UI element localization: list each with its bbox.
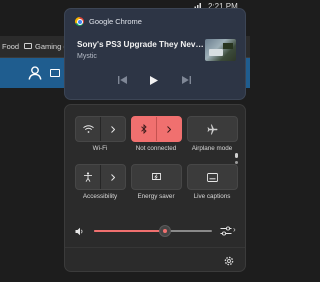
volume-row: › xyxy=(73,223,239,239)
mail-icon[interactable] xyxy=(50,69,60,77)
live-captions-label: Live captions xyxy=(193,193,231,200)
page-dot-current xyxy=(235,153,238,158)
airplane-mode-toggle[interactable] xyxy=(188,117,237,141)
accessibility-label: Accessibility xyxy=(82,193,118,200)
quick-settings-panel: Wi-Fi Not connected Airplane mode Access… xyxy=(64,104,246,272)
next-track-button[interactable] xyxy=(179,73,193,87)
media-channel: Mystic xyxy=(77,53,97,60)
folder-icon xyxy=(24,43,32,49)
media-thumbnail xyxy=(205,39,236,61)
page-indicator[interactable] xyxy=(235,153,238,167)
accessibility-tile[interactable] xyxy=(75,164,126,190)
bluetooth-expand-button[interactable] xyxy=(156,117,181,141)
play-button[interactable] xyxy=(147,73,161,87)
media-flyout: Google Chrome Sony's PS3 Upgrade They Ne… xyxy=(64,8,246,100)
bluetooth-tile[interactable] xyxy=(131,116,182,142)
media-source: Google Chrome xyxy=(75,17,142,26)
volume-slider-thumb[interactable] xyxy=(158,225,171,237)
live-captions-tile[interactable] xyxy=(187,164,238,190)
energy-saver-tile[interactable] xyxy=(131,164,182,190)
volume-slider[interactable] xyxy=(94,225,212,237)
airplane-mode-label: Airplane mode xyxy=(191,145,233,152)
energy-saver-label: Energy saver xyxy=(137,193,175,200)
bluetooth-toggle[interactable] xyxy=(132,117,156,141)
audio-output-icon[interactable] xyxy=(220,226,232,236)
previous-track-button[interactable] xyxy=(115,73,129,87)
chrome-icon xyxy=(75,17,84,26)
volume-slider-fill xyxy=(94,230,165,232)
live-captions-toggle[interactable] xyxy=(188,165,237,189)
accessibility-expand-button[interactable] xyxy=(100,165,125,189)
media-title: Sony's PS3 Upgrade They Never Tol... xyxy=(77,40,205,49)
settings-gear-icon[interactable] xyxy=(223,255,235,267)
accessibility-toggle[interactable] xyxy=(76,165,100,189)
page-dot xyxy=(235,161,238,164)
media-source-name: Google Chrome xyxy=(89,17,142,26)
chevron-right-icon[interactable]: › xyxy=(233,225,236,234)
panel-divider xyxy=(65,247,245,248)
speaker-icon[interactable] xyxy=(75,227,84,236)
bookmark-food[interactable]: Food xyxy=(2,42,19,51)
airplane-mode-tile[interactable] xyxy=(187,116,238,142)
bluetooth-label: Not connected xyxy=(135,145,177,152)
wifi-label: Wi-Fi xyxy=(92,145,108,152)
energy-saver-toggle[interactable] xyxy=(132,165,181,189)
wifi-expand-button[interactable] xyxy=(100,117,125,141)
wifi-toggle[interactable] xyxy=(76,117,100,141)
person-icon[interactable] xyxy=(28,66,42,80)
wifi-tile[interactable] xyxy=(75,116,126,142)
